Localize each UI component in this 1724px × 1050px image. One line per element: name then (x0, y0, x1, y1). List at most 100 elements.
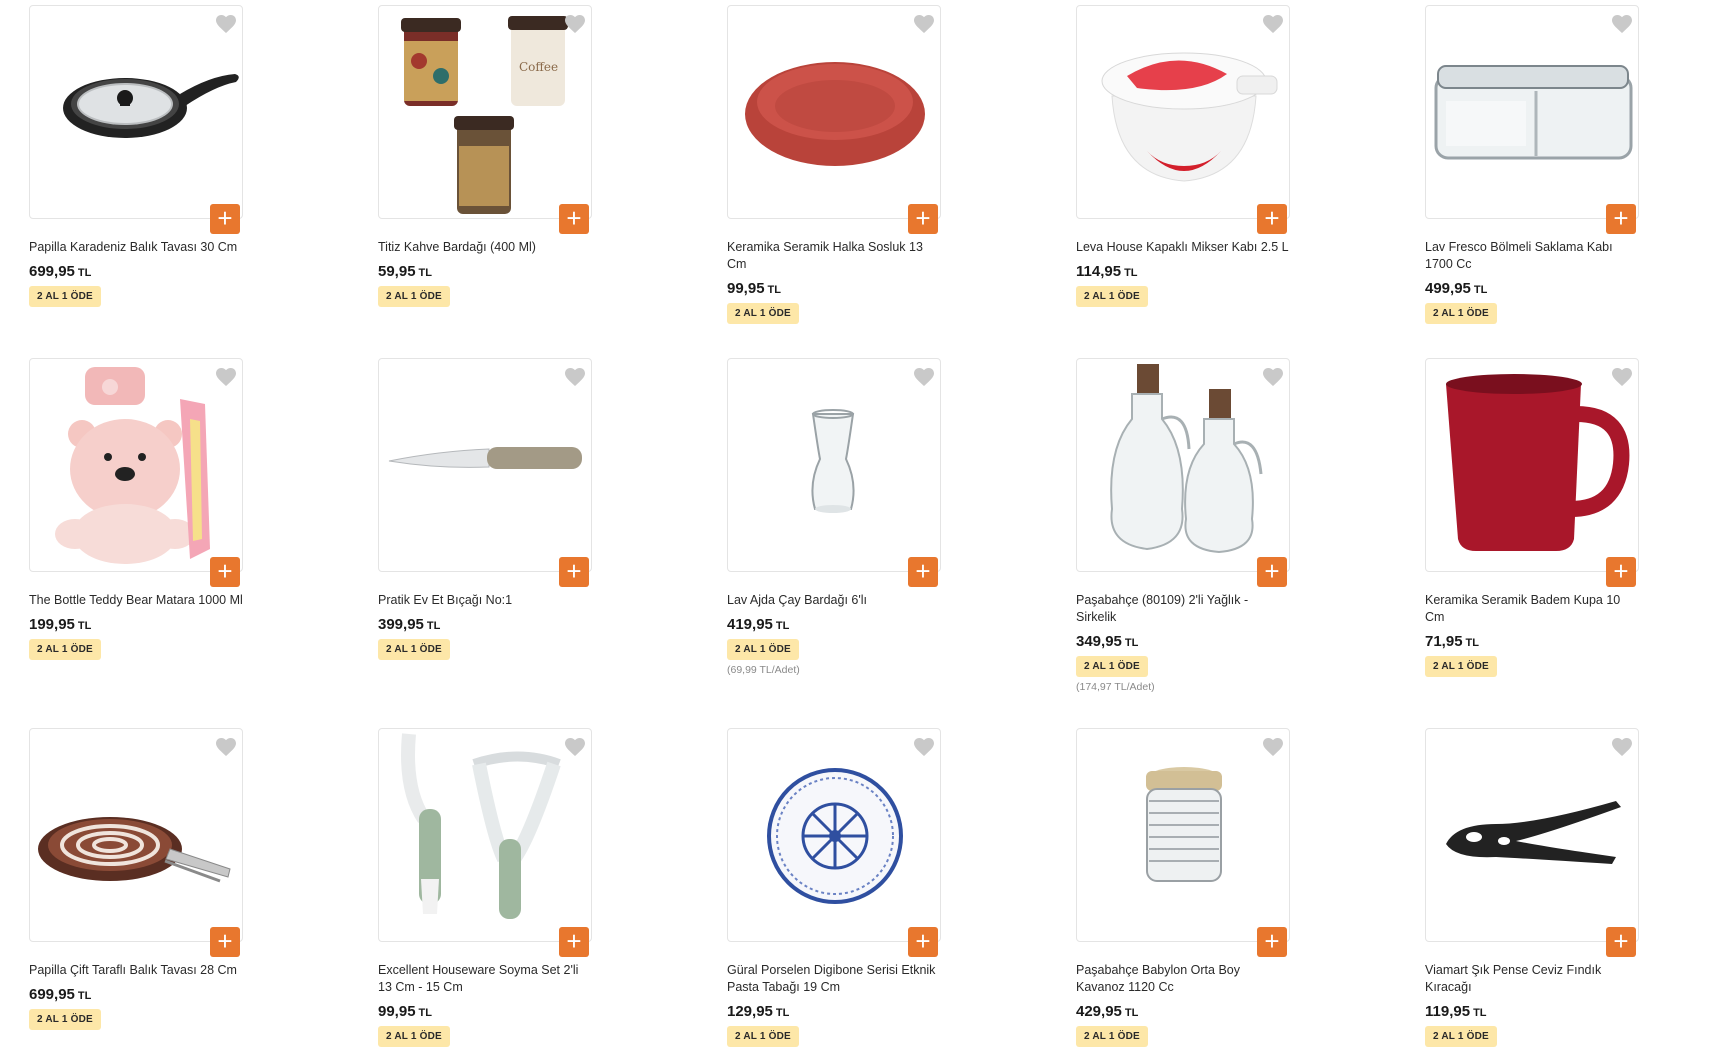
product-name[interactable]: Excellent Houseware Soyma Set 2'li 13 Cm… (378, 962, 593, 996)
add-to-cart-button[interactable]: + (1257, 204, 1287, 234)
heart-icon[interactable] (214, 735, 238, 759)
frying-pan-glass-lid-image (63, 74, 239, 138)
product-image[interactable] (1425, 5, 1639, 219)
teddy-bottle-image (55, 367, 210, 564)
promo-badge: 2 AL 1 ÖDE (378, 1026, 450, 1047)
product-card[interactable]: + Papilla Karadeniz Balık Tavası 30 Cm 6… (29, 5, 269, 307)
heart-icon[interactable] (1610, 12, 1634, 36)
product-name[interactable]: Papilla Karadeniz Balık Tavası 30 Cm (29, 239, 244, 256)
product-price: 129,95 TL (727, 1003, 967, 1020)
add-to-cart-button[interactable]: + (908, 927, 938, 957)
product-card[interactable]: + The Bottle Teddy Bear Matara 1000 Ml 1… (29, 358, 269, 660)
product-name[interactable]: Güral Porselen Digibone Serisi Etknik Pa… (727, 962, 942, 996)
plus-icon: + (1264, 926, 1280, 956)
add-to-cart-button[interactable]: + (210, 204, 240, 234)
product-card[interactable]: + Excellent Houseware Soyma Set 2'li 13 … (378, 728, 618, 1047)
heart-icon[interactable] (1610, 735, 1634, 759)
product-name[interactable]: Papilla Çift Taraflı Balık Tavası 28 Cm (29, 962, 244, 979)
product-name[interactable]: The Bottle Teddy Bear Matara 1000 Ml (29, 592, 244, 609)
product-image[interactable] (1076, 728, 1290, 942)
add-to-cart-button[interactable]: + (1606, 927, 1636, 957)
add-to-cart-button[interactable]: + (210, 927, 240, 957)
heart-icon[interactable] (912, 365, 936, 389)
product-image[interactable] (29, 358, 243, 572)
promo-badge: 2 AL 1 ÖDE (378, 286, 450, 307)
price-currency: TL (1124, 637, 1139, 649)
product-name[interactable]: Keramika Seramik Halka Sosluk 13 Cm (727, 239, 942, 273)
plus-icon: + (915, 926, 931, 956)
add-to-cart-button[interactable]: + (908, 557, 938, 587)
product-card[interactable]: + Keramika Seramik Badem Kupa 10 Cm 71,9… (1425, 358, 1665, 677)
product-name[interactable]: Leva House Kapaklı Mikser Kabı 2.5 L (1076, 239, 1291, 256)
product-name[interactable]: Viamart Şık Pense Ceviz Fındık Kıracağı (1425, 962, 1640, 996)
add-to-cart-button[interactable]: + (1257, 927, 1287, 957)
promo-badge: 2 AL 1 ÖDE (1425, 656, 1497, 677)
promo-badge: 2 AL 1 ÖDE (727, 1026, 799, 1047)
price-value: 99,95 (727, 280, 765, 297)
product-card[interactable]: + Pratik Ev Et Bıçağı No:1 399,95 TL 2 AL… (378, 358, 618, 660)
product-image[interactable] (1076, 358, 1290, 572)
price-value: 499,95 (1425, 280, 1471, 297)
unit-price: (69,99 TL/Adet) (727, 664, 800, 676)
heart-icon[interactable] (214, 365, 238, 389)
plus-icon: + (1264, 203, 1280, 233)
product-card[interactable]: + Lav Fresco Bölmeli Saklama Kabı 1700 C… (1425, 5, 1665, 324)
product-image[interactable] (1425, 728, 1639, 942)
product-price: 99,95 TL (378, 1003, 618, 1020)
product-image[interactable] (727, 5, 941, 219)
product-image[interactable] (727, 728, 941, 942)
heart-icon[interactable] (1610, 365, 1634, 389)
heart-icon[interactable] (912, 735, 936, 759)
heart-icon[interactable] (1261, 365, 1285, 389)
promo-badge: 2 AL 1 ÖDE (727, 639, 799, 660)
add-to-cart-button[interactable]: + (559, 927, 589, 957)
heart-icon[interactable] (563, 365, 587, 389)
product-card[interactable]: + Keramika Seramik Halka Sosluk 13 Cm 99… (727, 5, 967, 324)
product-name[interactable]: Paşabahçe (80109) 2'li Yağlık - Sirkelik (1076, 592, 1291, 626)
product-image[interactable] (29, 728, 243, 942)
product-name[interactable]: Pratik Ev Et Bıçağı No:1 (378, 592, 593, 609)
promo-badge: 2 AL 1 ÖDE (29, 286, 101, 307)
product-image[interactable] (727, 358, 941, 572)
product-price: 699,95 TL (29, 263, 269, 280)
product-name[interactable]: Lav Ajda Çay Bardağı 6'lı (727, 592, 942, 609)
product-name[interactable]: Titiz Kahve Bardağı (400 Ml) (378, 239, 593, 256)
product-image[interactable]: Coffee (378, 5, 592, 219)
product-card[interactable]: + Güral Porselen Digibone Serisi Etknik … (727, 728, 967, 1047)
add-to-cart-button[interactable]: + (908, 204, 938, 234)
price-currency: TL (775, 620, 790, 632)
product-card[interactable]: + Papilla Çift Taraflı Balık Tavası 28 C… (29, 728, 269, 1030)
add-to-cart-button[interactable]: + (559, 557, 589, 587)
peelers-image (401, 733, 561, 919)
price-value: 99,95 (378, 1003, 416, 1020)
add-to-cart-button[interactable]: + (1257, 557, 1287, 587)
add-to-cart-button[interactable]: + (210, 557, 240, 587)
product-image[interactable] (378, 728, 592, 942)
heart-icon[interactable] (1261, 12, 1285, 36)
promo-badge: 2 AL 1 ÖDE (29, 1009, 101, 1030)
product-image[interactable] (29, 5, 243, 219)
add-to-cart-button[interactable]: + (1606, 557, 1636, 587)
heart-icon[interactable] (563, 735, 587, 759)
product-card[interactable]: + Viamart Şık Pense Ceviz Fındık Kıracağ… (1425, 728, 1665, 1047)
add-to-cart-button[interactable]: + (1606, 204, 1636, 234)
heart-icon[interactable] (214, 12, 238, 36)
product-name[interactable]: Lav Fresco Bölmeli Saklama Kabı 1700 Cc (1425, 239, 1640, 273)
product-name[interactable]: Keramika Seramik Badem Kupa 10 Cm (1425, 592, 1640, 626)
product-card[interactable]: + Lav Ajda Çay Bardağı 6'lı 419,95 TL 2 A… (727, 358, 967, 676)
heart-icon[interactable] (563, 12, 587, 36)
product-card[interactable]: + Paşabahçe (80109) 2'li Yağlık - Sirkel… (1076, 358, 1316, 693)
product-image[interactable] (1425, 358, 1639, 572)
product-card[interactable]: + Paşabahçe Babylon Orta Boy Kavanoz 112… (1076, 728, 1316, 1047)
add-to-cart-button[interactable]: + (559, 204, 589, 234)
product-name[interactable]: Paşabahçe Babylon Orta Boy Kavanoz 1120 … (1076, 962, 1291, 996)
price-value: 429,95 (1076, 1003, 1122, 1020)
heart-icon[interactable] (912, 12, 936, 36)
price-currency: TL (1124, 1007, 1139, 1019)
product-card[interactable]: + Leva House Kapaklı Mikser Kabı 2.5 L 1… (1076, 5, 1316, 307)
product-image[interactable] (1076, 5, 1290, 219)
product-card[interactable]: Coffee + Titiz Kahve Bardağı (400 Ml) 59… (378, 5, 618, 307)
price-currency: TL (1473, 284, 1488, 296)
product-image[interactable] (378, 358, 592, 572)
heart-icon[interactable] (1261, 735, 1285, 759)
